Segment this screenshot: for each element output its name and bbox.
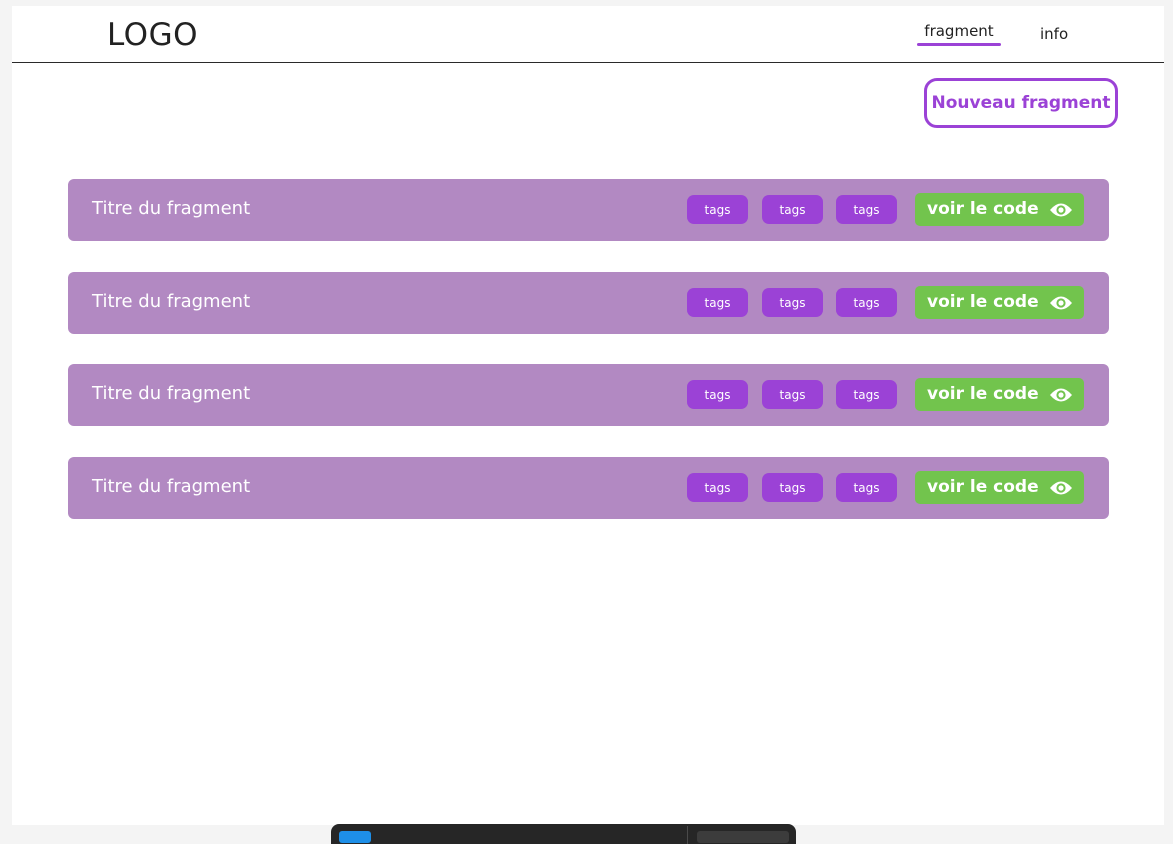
fragment-title: Titre du fragment <box>92 383 251 404</box>
eye-icon <box>1049 478 1073 502</box>
view-code-label: voir le code <box>927 384 1039 404</box>
view-code-label: voir le code <box>927 292 1039 312</box>
tag-badge[interactable]: tags <box>836 288 897 317</box>
view-code-label: voir le code <box>927 477 1039 497</box>
tag-badge[interactable]: tags <box>762 195 823 224</box>
taskbar-app-icon[interactable] <box>339 831 371 843</box>
view-code-button[interactable]: voir le code <box>915 193 1084 226</box>
tag-badge[interactable]: tags <box>687 380 748 409</box>
taskbar-tray[interactable] <box>697 831 789 843</box>
tag-badge[interactable]: tags <box>687 288 748 317</box>
tag-badge[interactable]: tags <box>836 195 897 224</box>
logo: LOGO <box>107 17 198 53</box>
taskbar-divider <box>687 826 688 844</box>
tag-badge[interactable]: tags <box>687 473 748 502</box>
fragment-row: Titre du fragment tags tags tags voir le… <box>68 457 1109 519</box>
os-taskbar <box>331 824 796 844</box>
eye-icon <box>1049 385 1073 409</box>
tag-badge[interactable]: tags <box>762 288 823 317</box>
fragment-row: Titre du fragment tags tags tags voir le… <box>68 272 1109 334</box>
active-nav-indicator <box>917 43 1001 46</box>
tag-badge[interactable]: tags <box>836 473 897 502</box>
view-code-button[interactable]: voir le code <box>915 286 1084 319</box>
tag-badge[interactable]: tags <box>762 380 823 409</box>
fragment-title: Titre du fragment <box>92 291 251 312</box>
nav-link-fragment[interactable]: fragment <box>917 22 1001 40</box>
eye-icon <box>1049 293 1073 317</box>
app-frame: LOGO fragment info Nouveau fragment Titr… <box>12 6 1164 825</box>
fragment-row: Titre du fragment tags tags tags voir le… <box>68 179 1109 241</box>
tag-badge[interactable]: tags <box>687 195 748 224</box>
new-fragment-button[interactable]: Nouveau fragment <box>924 78 1118 128</box>
view-code-button[interactable]: voir le code <box>915 471 1084 504</box>
top-navigation-bar: LOGO fragment info <box>12 6 1164 63</box>
tag-badge[interactable]: tags <box>836 380 897 409</box>
view-code-label: voir le code <box>927 199 1039 219</box>
nav-link-info[interactable]: info <box>1040 25 1068 43</box>
eye-icon <box>1049 200 1073 224</box>
fragment-title: Titre du fragment <box>92 198 251 219</box>
view-code-button[interactable]: voir le code <box>915 378 1084 411</box>
fragment-title: Titre du fragment <box>92 476 251 497</box>
fragment-row: Titre du fragment tags tags tags voir le… <box>68 364 1109 426</box>
tag-badge[interactable]: tags <box>762 473 823 502</box>
